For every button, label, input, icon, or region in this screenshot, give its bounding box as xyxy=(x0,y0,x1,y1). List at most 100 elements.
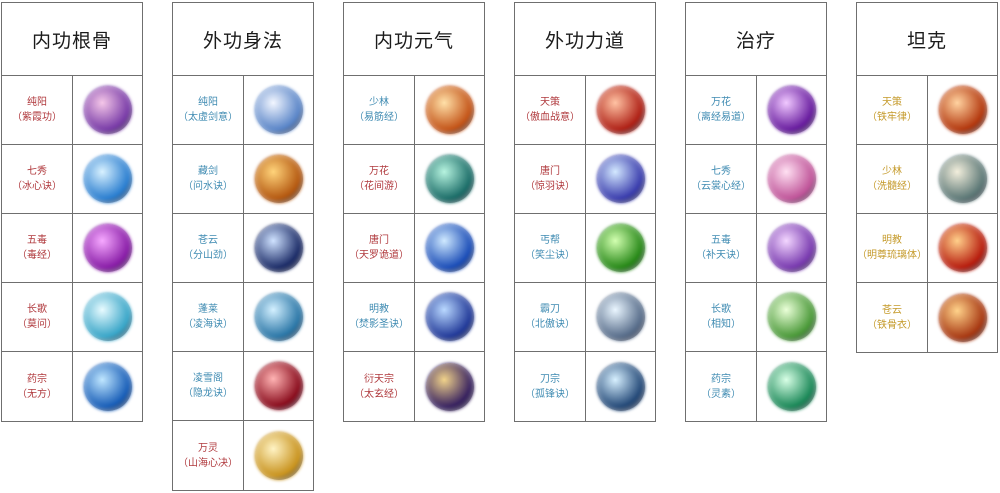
category-column: 外功身法 纯阳 （太虚剑意） 藏剑 （问水诀） 苍云 （分山劲） 蓬莱 （凌海诀） 凌雪阁 （隐龙诀… xyxy=(172,2,314,491)
scroll-icon xyxy=(938,155,987,203)
category-column: 内功元气 少林 （易筋经） 万花 （花间游） 唐门 （天罗诡道） 明教 （焚影圣诀） 衍天宗 （太玄… xyxy=(343,2,485,422)
sect-name: 凌雪阁 xyxy=(193,373,223,384)
class-name-cell: 少林 （洗髓经） xyxy=(857,145,928,213)
icon-cell xyxy=(928,145,997,213)
class-name-cell: 少林 （易筋经） xyxy=(344,76,415,144)
skill-method-name: （铁骨衣） xyxy=(867,319,917,331)
kicking-fighter-icon xyxy=(596,224,645,272)
class-name-cell: 五毒 （补天诀） xyxy=(686,214,757,282)
class-row: 万灵 （山海心决） xyxy=(173,421,313,490)
sect-name: 纯阳 xyxy=(198,97,218,108)
blue-arrow-icon xyxy=(596,155,645,203)
green-flower-icon xyxy=(767,293,816,341)
icon-cell xyxy=(757,145,826,213)
class-name-cell: 天策 （傲血战意） xyxy=(515,76,586,144)
icon-cell xyxy=(415,76,484,144)
skill-method-name: （云裳心经） xyxy=(691,181,751,192)
icon-cell xyxy=(586,352,655,421)
icon-cell xyxy=(244,76,313,144)
icon-cell xyxy=(244,352,313,420)
icon-cell xyxy=(928,283,997,352)
skill-method-name: （无方） xyxy=(17,388,57,400)
icon-cell xyxy=(73,145,142,213)
class-row: 唐门 （天罗诡道） xyxy=(344,214,484,283)
sect-name: 唐门 xyxy=(369,235,389,246)
icon-cell xyxy=(415,352,484,421)
class-row: 明教 （明尊琉璃体） xyxy=(857,214,997,283)
sect-name: 万花 xyxy=(369,166,389,177)
category-title: 外功力道 xyxy=(515,3,655,76)
class-row: 苍云 （铁骨衣） xyxy=(857,283,997,352)
icon-cell xyxy=(244,145,313,213)
icon-cell xyxy=(415,283,484,351)
category-title: 坦克 xyxy=(857,3,997,76)
class-name-cell: 天策 （铁牢律） xyxy=(857,76,928,144)
icon-cell xyxy=(757,76,826,144)
icon-cell xyxy=(244,421,313,490)
skill-method-name: （紫霞功） xyxy=(12,112,62,123)
sect-name: 明教 xyxy=(369,304,389,315)
class-row: 长歌 （相知） xyxy=(686,283,826,352)
class-row: 万花 （花间游） xyxy=(344,145,484,214)
blue-shadow-icon xyxy=(425,293,474,341)
class-row: 五毒 （毒经） xyxy=(2,214,142,283)
class-row: 纯阳 （太虚剑意） xyxy=(173,76,313,145)
golden-swords-icon xyxy=(254,155,303,203)
icon-cell xyxy=(586,214,655,282)
sect-name: 衍天宗 xyxy=(364,373,394,385)
skill-method-name: （莫问） xyxy=(17,319,57,330)
class-row: 纯阳 （紫霞功） xyxy=(2,76,142,145)
class-name-cell: 衍天宗 （太玄经） xyxy=(344,352,415,421)
shield-icon xyxy=(938,293,987,342)
skill-method-name: （明尊琉璃体） xyxy=(857,250,927,261)
blue-flames-icon xyxy=(425,224,474,272)
sect-name: 五毒 xyxy=(711,235,731,246)
class-row: 万花 （离经易道） xyxy=(686,76,826,145)
sect-name: 纯阳 xyxy=(27,97,47,108)
class-name-cell: 明教 （焚影圣诀） xyxy=(344,283,415,351)
class-row: 长歌 （莫问） xyxy=(2,283,142,352)
broadsword-icon xyxy=(596,293,645,341)
class-row: 少林 （易筋经） xyxy=(344,76,484,145)
fiery-figure-icon xyxy=(938,224,987,272)
icon-cell xyxy=(928,214,997,282)
class-name-cell: 药宗 （无方） xyxy=(2,352,73,421)
yin-yang-icon xyxy=(254,86,303,134)
category-column: 坦克 天策 （铁牢律） 少林 （洗髓经） 明教 （明尊琉璃体） 苍云 （铁骨衣） xyxy=(856,2,998,353)
flame-monk-icon xyxy=(425,86,474,134)
sect-name: 唐门 xyxy=(540,166,560,177)
skill-method-name: （毒经） xyxy=(17,250,57,261)
sect-name: 藏剑 xyxy=(198,166,218,177)
class-name-cell: 刀宗 （孤锋诀） xyxy=(515,352,586,421)
skill-method-name: （隐龙诀） xyxy=(183,388,233,399)
category-column: 治疗 万花 （离经易道） 七秀 （云裳心经） 五毒 （补天诀） 长歌 （相知） 药宗 （灵素） xyxy=(685,2,827,422)
class-row: 五毒 （补天诀） xyxy=(686,214,826,283)
skill-method-name: （相知） xyxy=(701,319,741,330)
class-row: 天策 （铁牢律） xyxy=(857,76,997,145)
class-name-cell: 凌雪阁 （隐龙诀） xyxy=(173,352,244,420)
class-row: 明教 （焚影圣诀） xyxy=(344,283,484,352)
pink-lotus-icon xyxy=(767,155,816,203)
class-name-cell: 霸刀 （北傲诀） xyxy=(515,283,586,351)
class-name-cell: 蓬莱 （凌海诀） xyxy=(173,283,244,351)
sect-name: 五毒 xyxy=(27,235,47,246)
dark-orb-icon xyxy=(425,362,474,411)
meditating-figure-icon xyxy=(83,86,132,134)
blade-fighter-icon xyxy=(596,362,645,411)
class-row: 唐门 （惊羽诀） xyxy=(515,145,655,214)
icon-cell xyxy=(415,214,484,282)
class-row: 丐帮 （笑尘诀） xyxy=(515,214,655,283)
category-title: 内功元气 xyxy=(344,3,484,76)
class-name-cell: 纯阳 （紫霞功） xyxy=(2,76,73,144)
skill-method-name: （凌海诀） xyxy=(183,319,233,330)
class-name-cell: 长歌 （莫问） xyxy=(2,283,73,351)
icon-cell xyxy=(244,214,313,282)
skill-method-name: （问水诀） xyxy=(183,181,233,192)
class-name-cell: 纯阳 （太虚剑意） xyxy=(173,76,244,144)
category-title: 外功身法 xyxy=(173,3,313,76)
skill-method-name: （冰心诀） xyxy=(12,181,62,192)
sect-name: 万花 xyxy=(711,97,731,108)
purple-spire-icon xyxy=(767,224,816,272)
sect-name: 少林 xyxy=(882,166,902,177)
class-row: 七秀 （冰心诀） xyxy=(2,145,142,214)
